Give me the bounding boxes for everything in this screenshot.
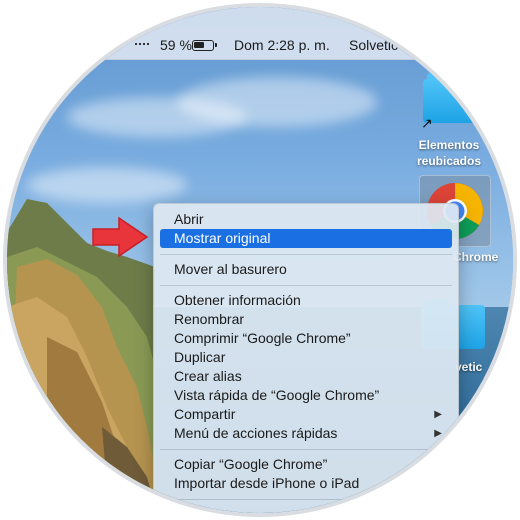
menu-item-crear-alias[interactable]: Crear alias xyxy=(160,367,452,386)
menu-separator xyxy=(160,285,452,286)
menubar-user[interactable]: Solvetic xyxy=(349,37,398,53)
menu-separator xyxy=(160,449,452,450)
battery-icon[interactable] xyxy=(192,40,217,51)
battery-percent[interactable]: 59 % xyxy=(160,37,192,53)
menu-item-mostrar-original[interactable]: Mostrar original xyxy=(160,229,452,248)
menu-item-compartir[interactable]: Compartir ▶ xyxy=(160,405,452,424)
menu-separator xyxy=(160,499,452,500)
submenu-arrow-icon: ▶ xyxy=(434,428,442,439)
menu-item-abrir[interactable]: Abrir xyxy=(160,210,452,229)
menu-item-comprimir[interactable]: Comprimir “Google Chrome” xyxy=(160,329,452,348)
magnifier-circle: 59 % Dom 2:28 p. m. Solvetic ↗ Elementos… xyxy=(3,3,517,517)
menu-extra-icon[interactable] xyxy=(135,43,149,49)
menu-item-label: Compartir xyxy=(174,406,236,422)
menu-item-copiar[interactable]: Copiar “Google Chrome” xyxy=(160,455,452,474)
folder-desktop-label[interactable]: vetic xyxy=(455,359,482,375)
alias-arrow-icon: ↗ xyxy=(421,115,433,131)
menu-item-obtener-informacion[interactable]: Obtener información xyxy=(160,291,452,310)
menu-bar: 59 % Dom 2:28 p. m. Solvetic xyxy=(7,7,513,60)
context-menu: Abrir Mostrar original Mover al basurero… xyxy=(153,203,459,513)
desktop-icon-label[interactable]: Elementos reubicados xyxy=(417,137,481,169)
menu-separator xyxy=(160,254,452,255)
menu-item-renombrar[interactable]: Renombrar xyxy=(160,310,452,329)
menu-item-mover-al-basurero[interactable]: Mover al basurero xyxy=(160,260,452,279)
menu-item-duplicar[interactable]: Duplicar xyxy=(160,348,452,367)
menubar-clock[interactable]: Dom 2:28 p. m. xyxy=(234,37,330,53)
menu-item-importar-iphone[interactable]: Importar desde iPhone o iPad xyxy=(160,474,452,493)
chrome-desktop-label[interactable]: Chrome xyxy=(453,249,498,265)
submenu-arrow-icon: ▶ xyxy=(434,409,442,420)
menu-item-label: Menú de acciones rápidas xyxy=(174,425,338,441)
menu-item-vista-rapida[interactable]: Vista rápida de “Google Chrome” xyxy=(160,386,452,405)
red-pointer-arrow-icon xyxy=(92,216,149,258)
menu-item-acciones-rapidas[interactable]: Menú de acciones rápidas ▶ xyxy=(160,424,452,443)
